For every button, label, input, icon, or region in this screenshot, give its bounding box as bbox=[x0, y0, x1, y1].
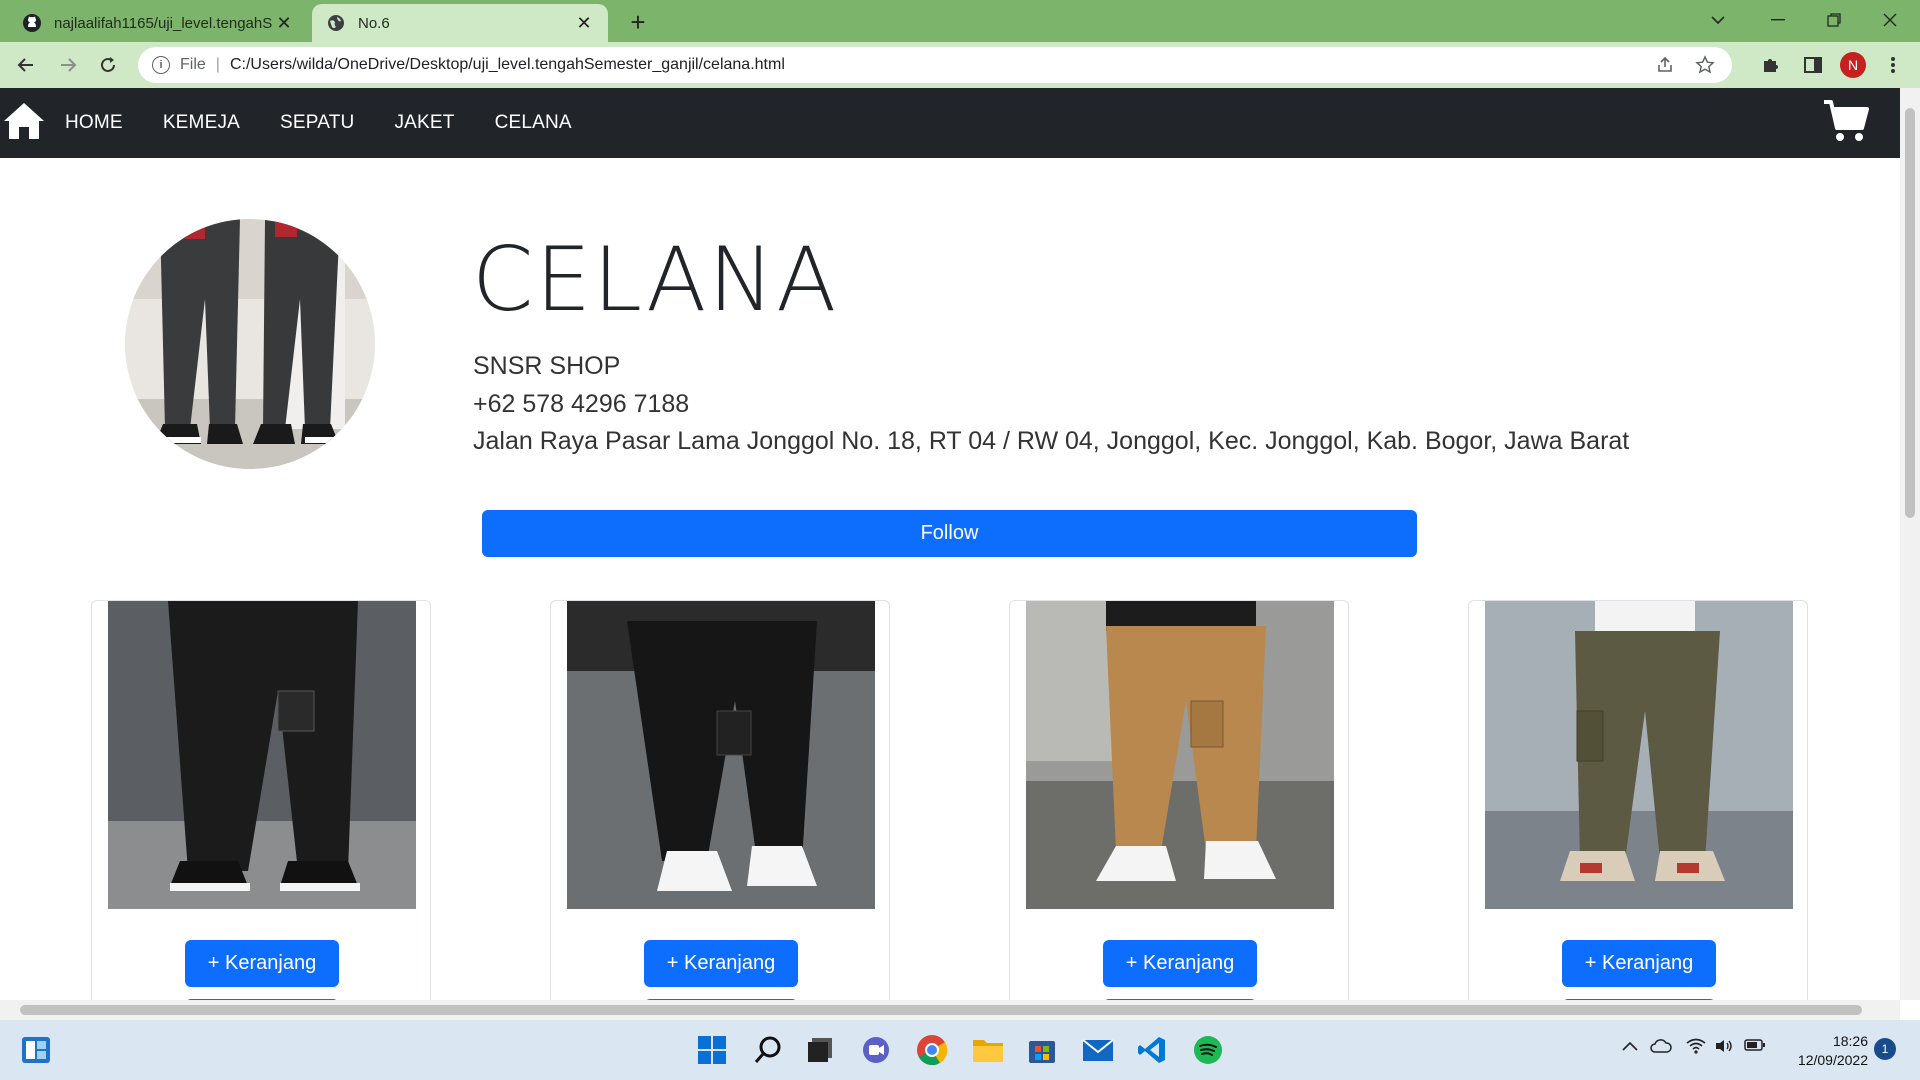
add-to-cart-button[interactable]: + Keranjang bbox=[644, 940, 798, 987]
tab-active[interactable]: No.6 ✕ bbox=[312, 4, 608, 42]
horizontal-scroll-thumb[interactable] bbox=[20, 1005, 1862, 1015]
volume-icon[interactable] bbox=[1714, 1038, 1734, 1059]
horizontal-scrollbar[interactable] bbox=[0, 1000, 1900, 1020]
nav-link-jaket[interactable]: JAKET bbox=[394, 112, 454, 134]
scheme-label: File bbox=[180, 56, 206, 73]
follow-button[interactable]: Follow bbox=[482, 510, 1417, 557]
shop-avatar-photo bbox=[125, 219, 375, 469]
system-clock[interactable]: 18:26 12/09/2022 bbox=[1778, 1032, 1868, 1070]
product-card: + Keranjang bbox=[91, 600, 431, 1000]
back-arrow-icon[interactable] bbox=[10, 49, 42, 81]
tab-github[interactable]: najlaalifah1165/uji_level.tengahS ✕ bbox=[8, 4, 308, 42]
menu-kebab-icon[interactable] bbox=[1878, 50, 1908, 80]
vertical-scrollbar[interactable] bbox=[1900, 88, 1920, 1000]
tab-title: najlaalifah1165/uji_level.tengahS bbox=[54, 14, 273, 32]
wifi-icon[interactable] bbox=[1686, 1038, 1706, 1059]
start-windows-icon[interactable] bbox=[694, 1032, 730, 1068]
bookmark-star-icon[interactable] bbox=[1692, 52, 1718, 78]
info-icon[interactable]: i bbox=[152, 56, 170, 74]
tab-search-icon[interactable] bbox=[1690, 0, 1746, 40]
battery-icon[interactable] bbox=[1744, 1038, 1766, 1057]
product-image[interactable] bbox=[567, 601, 875, 909]
page-title: CELANA bbox=[472, 228, 839, 331]
vertical-scroll-thumb[interactable] bbox=[1905, 108, 1915, 518]
restore-icon[interactable] bbox=[1806, 0, 1862, 40]
close-icon[interactable]: ✕ bbox=[274, 13, 294, 33]
product-image[interactable] bbox=[1026, 601, 1334, 909]
address-bar[interactable]: i File | C:/Users/wilda/OneDrive/Desktop… bbox=[138, 47, 1732, 83]
vscode-icon[interactable] bbox=[1134, 1032, 1170, 1068]
shop-phone: +62 578 4296 7188 bbox=[473, 390, 690, 418]
reload-icon[interactable] bbox=[92, 49, 124, 81]
product-image[interactable] bbox=[108, 601, 416, 909]
microsoft-store-icon[interactable] bbox=[1024, 1032, 1060, 1068]
search-icon[interactable] bbox=[750, 1032, 786, 1068]
widgets-icon[interactable] bbox=[18, 1032, 54, 1068]
globe-icon bbox=[328, 15, 344, 31]
task-view-icon[interactable] bbox=[802, 1032, 838, 1068]
nav-links: HOME KEMEJA SEPATU JAKET CELANA bbox=[65, 88, 612, 158]
teams-chat-icon[interactable] bbox=[858, 1032, 894, 1068]
windows-taskbar: 18:26 12/09/2022 1 bbox=[0, 1020, 1920, 1080]
chevron-up-icon[interactable] bbox=[1622, 1038, 1638, 1056]
shop-name: SNSR SHOP bbox=[473, 352, 621, 380]
tab-title: No.6 bbox=[358, 14, 390, 32]
chrome-icon[interactable] bbox=[914, 1032, 950, 1068]
address-url[interactable]: C:/Users/wilda/OneDrive/Desktop/uji_leve… bbox=[230, 56, 1652, 74]
profile-avatar[interactable]: N bbox=[1840, 52, 1866, 78]
product-image[interactable] bbox=[1485, 601, 1793, 909]
add-to-cart-button[interactable]: + Keranjang bbox=[1103, 940, 1257, 987]
file-explorer-icon[interactable] bbox=[970, 1032, 1006, 1068]
site-navbar: HOME KEMEJA SEPATU JAKET CELANA bbox=[0, 88, 1900, 158]
clock-time: 18:26 bbox=[1832, 1033, 1868, 1049]
notification-badge[interactable]: 1 bbox=[1874, 1038, 1896, 1060]
add-to-cart-button[interactable]: + Keranjang bbox=[1562, 940, 1716, 987]
page-viewport: HOME KEMEJA SEPATU JAKET CELANA CELANA S… bbox=[0, 88, 1900, 1000]
browser-toolbar: i File | C:/Users/wilda/OneDrive/Desktop… bbox=[0, 42, 1920, 88]
product-card: + Keranjang bbox=[1468, 600, 1808, 1000]
extensions-puzzle-icon[interactable] bbox=[1756, 50, 1786, 80]
product-card: + Keranjang bbox=[1009, 600, 1349, 1000]
close-icon[interactable]: ✕ bbox=[574, 13, 594, 33]
github-icon bbox=[23, 14, 41, 32]
window-close-icon[interactable] bbox=[1862, 0, 1918, 40]
address-separator: | bbox=[215, 56, 220, 73]
new-tab-button[interactable]: + bbox=[622, 6, 654, 38]
nav-link-celana[interactable]: CELANA bbox=[495, 112, 572, 134]
side-panel-icon[interactable] bbox=[1798, 50, 1828, 80]
home-icon[interactable] bbox=[2, 99, 46, 143]
forward-arrow-icon[interactable] bbox=[52, 49, 84, 81]
share-icon[interactable] bbox=[1652, 52, 1678, 78]
mail-icon[interactable] bbox=[1080, 1032, 1116, 1068]
minimize-icon[interactable] bbox=[1750, 0, 1806, 40]
nav-link-home[interactable]: HOME bbox=[65, 112, 123, 134]
add-to-cart-button[interactable]: + Keranjang bbox=[185, 940, 339, 987]
spotify-icon[interactable] bbox=[1190, 1032, 1226, 1068]
nav-link-kemeja[interactable]: KEMEJA bbox=[163, 112, 240, 134]
clock-date: 12/09/2022 bbox=[1797, 1052, 1868, 1068]
browser-tab-strip: najlaalifah1165/uji_level.tengahS ✕ No.6… bbox=[0, 0, 1920, 42]
nav-link-sepatu[interactable]: SEPATU bbox=[280, 112, 354, 134]
shop-address: Jalan Raya Pasar Lama Jonggol No. 18, RT… bbox=[473, 427, 1630, 455]
product-card: + Keranjang bbox=[550, 600, 890, 1000]
onedrive-cloud-icon[interactable] bbox=[1650, 1038, 1672, 1059]
shopping-cart-icon[interactable] bbox=[1822, 98, 1870, 144]
